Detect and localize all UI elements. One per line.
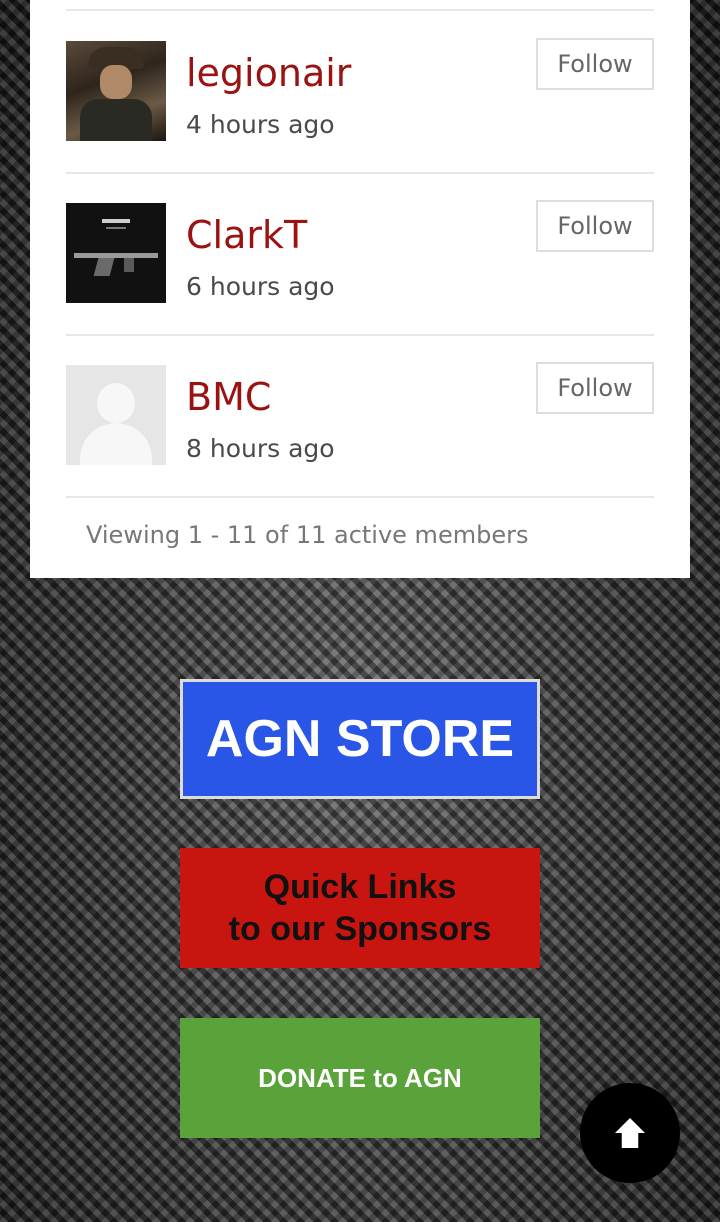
sponsors-label-line2: to our Sponsors xyxy=(228,910,492,948)
sponsors-label-line1: Quick Links xyxy=(263,868,457,906)
sponsors-banner[interactable]: Quick Links to our Sponsors xyxy=(180,848,540,968)
donate-banner[interactable]: DONATE to AGN xyxy=(180,1018,540,1138)
follow-button[interactable]: Follow xyxy=(536,38,654,90)
pagination-count: Viewing 1 - 11 of 11 active members xyxy=(86,521,529,549)
member-name[interactable]: ClarkT xyxy=(186,210,307,260)
member-item: legionair 4 hours ago Follow xyxy=(66,10,654,174)
member-last-active: 4 hours ago xyxy=(186,110,335,139)
avatar[interactable] xyxy=(66,203,166,303)
donate-label: DONATE to AGN xyxy=(258,1062,462,1093)
avatar[interactable] xyxy=(66,41,166,141)
member-last-active: 8 hours ago xyxy=(186,434,335,463)
member-last-active: 6 hours ago xyxy=(186,272,335,301)
back-to-top-button[interactable] xyxy=(580,1083,680,1183)
follow-button[interactable]: Follow xyxy=(536,362,654,414)
member-name[interactable]: BMC xyxy=(186,372,271,422)
member-name[interactable]: legionair xyxy=(186,48,351,98)
follow-button[interactable]: Follow xyxy=(536,200,654,252)
member-item: ClarkT 6 hours ago Follow xyxy=(66,172,654,336)
member-item: BMC 8 hours ago Follow xyxy=(66,334,654,498)
members-panel: legionair 4 hours ago Follow ClarkT 6 ho… xyxy=(30,0,690,578)
agn-store-banner[interactable]: AGN STORE xyxy=(180,679,540,799)
avatar[interactable] xyxy=(66,365,166,465)
arrow-up-icon xyxy=(615,1118,645,1148)
agn-store-label: AGN STORE xyxy=(205,710,515,768)
